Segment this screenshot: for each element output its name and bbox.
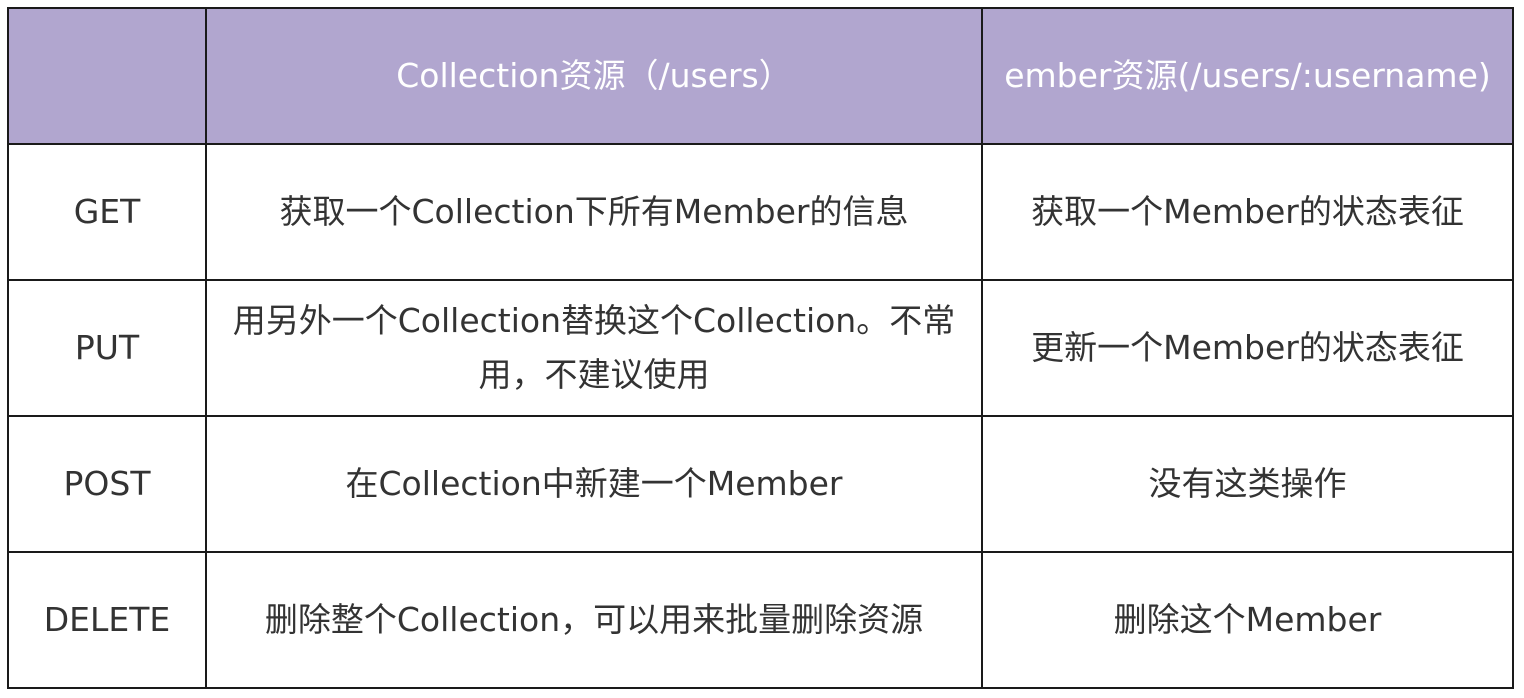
- collection-cell: 在Collection中新建一个Member: [205, 415, 983, 553]
- method-cell: DELETE: [7, 551, 207, 689]
- collection-cell: 获取一个Collection下所有Member的信息: [205, 143, 983, 281]
- header-corner-cell: [7, 7, 207, 145]
- member-cell: 更新一个Member的状态表征: [981, 279, 1514, 417]
- table-header-row: Collection资源（/users） ember资源(/users/:use…: [7, 7, 1514, 145]
- table-row-put: PUT 用另外一个Collection替换这个Collection。不常用，不建…: [7, 279, 1514, 417]
- http-methods-table: Collection资源（/users） ember资源(/users/:use…: [7, 7, 1514, 689]
- collection-cell: 用另外一个Collection替换这个Collection。不常用，不建议使用: [205, 279, 983, 417]
- collection-cell: 删除整个Collection，可以用来批量删除资源: [205, 551, 983, 689]
- method-cell: POST: [7, 415, 207, 553]
- member-cell: 没有这类操作: [981, 415, 1514, 553]
- member-cell: 删除这个Member: [981, 551, 1514, 689]
- table-row-get: GET 获取一个Collection下所有Member的信息 获取一个Membe…: [7, 143, 1514, 281]
- header-collection-resource: Collection资源（/users）: [205, 7, 983, 145]
- member-cell: 获取一个Member的状态表征: [981, 143, 1514, 281]
- header-member-resource: ember资源(/users/:username): [981, 7, 1514, 145]
- table-row-post: POST 在Collection中新建一个Member 没有这类操作: [7, 415, 1514, 553]
- table-row-delete: DELETE 删除整个Collection，可以用来批量删除资源 删除这个Mem…: [7, 551, 1514, 689]
- method-cell: GET: [7, 143, 207, 281]
- method-cell: PUT: [7, 279, 207, 417]
